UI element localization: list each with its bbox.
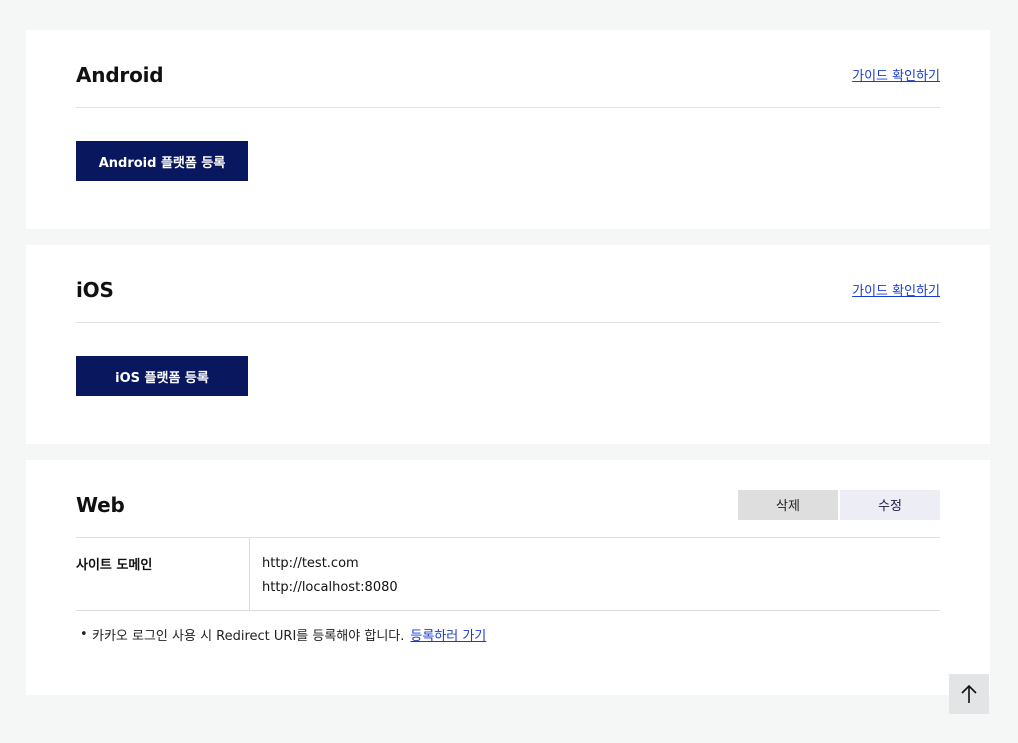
ios-title: iOS: [76, 277, 114, 302]
note-text: 카카오 로그인 사용 시 Redirect URI를 등록해야 합니다.: [92, 629, 405, 644]
ios-guide-link[interactable]: 가이드 확인하기: [852, 280, 940, 299]
note-bullet: •: [80, 627, 88, 642]
site-domain-label: 사이트 도메인: [76, 538, 250, 610]
register-redirect-link[interactable]: 등록하러 가기: [410, 625, 486, 644]
web-title: Web: [76, 492, 125, 517]
site-domain-value: http://localhost:8080: [262, 580, 398, 595]
web-card-header: Web 삭제 수정: [76, 460, 940, 538]
delete-button[interactable]: 삭제: [738, 489, 838, 520]
android-register-button[interactable]: Android 플랫폼 등록: [76, 141, 248, 181]
site-domain-value: http://test.com: [262, 556, 359, 571]
android-title: Android: [76, 62, 164, 87]
ios-card-header: iOS 가이드 확인하기: [76, 245, 940, 323]
android-platform-card: Android 가이드 확인하기 Android 플랫폼 등록: [26, 30, 990, 229]
android-guide-link[interactable]: 가이드 확인하기: [852, 65, 940, 84]
ios-platform-card: iOS 가이드 확인하기 iOS 플랫폼 등록: [26, 245, 990, 444]
arrow-up-icon: [961, 684, 977, 703]
ios-register-button[interactable]: iOS 플랫폼 등록: [76, 356, 248, 396]
web-platform-card: Web 삭제 수정 사이트 도메인 http://test.com http:/…: [26, 460, 990, 695]
android-card-header: Android 가이드 확인하기: [76, 30, 940, 108]
site-domain-row: 사이트 도메인 http://test.com http://localhost…: [76, 538, 940, 611]
web-actions: 삭제 수정: [738, 489, 940, 520]
scroll-top-button[interactable]: [949, 674, 989, 714]
edit-button[interactable]: 수정: [840, 489, 940, 520]
site-domain-values: http://test.com http://localhost:8080: [250, 538, 398, 610]
redirect-uri-note: • 카카오 로그인 사용 시 Redirect URI를 등록해야 합니다. 등…: [76, 625, 940, 644]
